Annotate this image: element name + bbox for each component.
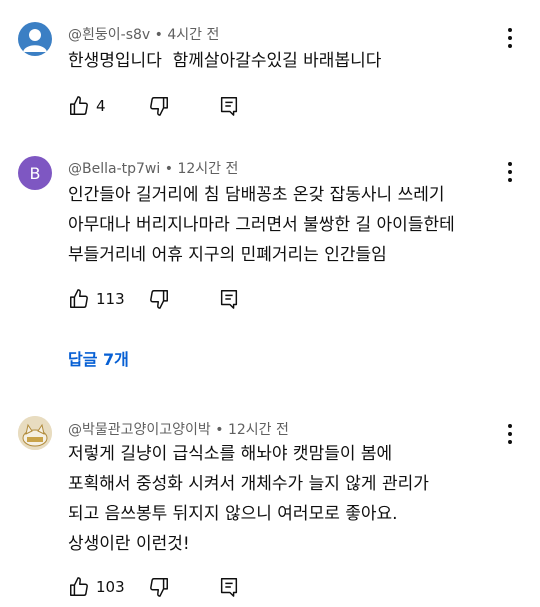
thumbs-up-icon [70, 577, 88, 596]
comment-time: 12시간 전 [227, 422, 289, 438]
comment-time: 4시간 전 [167, 27, 220, 43]
like-count: 4 [96, 97, 106, 115]
comment-time: 12시간 전 [177, 161, 239, 177]
comment-text: 한생명입니다 함께살아갈수있길 바래봅니다 [68, 51, 382, 71]
like-button[interactable]: 103 [68, 575, 125, 599]
reply-icon [220, 97, 238, 116]
more-vert-icon [508, 162, 512, 166]
dislike-button[interactable] [148, 287, 170, 311]
default-user-icon [23, 29, 47, 52]
author-name[interactable]: @박물관고양이고양이박 [68, 422, 211, 438]
more-vert-icon [508, 28, 512, 32]
more-options-button[interactable] [506, 424, 514, 444]
avatar[interactable] [18, 416, 52, 450]
reply-button[interactable] [218, 94, 240, 118]
dislike-button[interactable] [148, 575, 170, 599]
more-options-button[interactable] [506, 162, 514, 182]
author-name[interactable]: @흰둥이-s8v [68, 27, 150, 43]
avatar[interactable]: B [18, 156, 52, 190]
meta-separator: • [154, 27, 163, 43]
more-dot [508, 44, 512, 48]
more-dot [508, 432, 512, 436]
more-vert-icon [508, 424, 512, 428]
cat-avatar-icon [18, 416, 52, 450]
like-count: 113 [96, 290, 125, 308]
thumbs-down-icon [150, 578, 168, 597]
like-count: 103 [96, 578, 125, 596]
reply-button[interactable] [218, 287, 240, 311]
author-name[interactable]: @Bella-tp7wi [68, 161, 160, 177]
more-dot [508, 440, 512, 444]
comment-meta: @박물관고양이고양이박 • 12시간 전 [68, 419, 289, 439]
avatar-letter: B [29, 163, 41, 183]
more-dot [508, 178, 512, 182]
meta-separator: • [164, 161, 173, 177]
like-button[interactable]: 113 [68, 287, 125, 311]
thumbs-down-icon [150, 290, 168, 309]
reply-button[interactable] [218, 575, 240, 599]
like-button[interactable]: 4 [68, 94, 106, 118]
view-replies-button[interactable]: 답글 7개 [68, 346, 129, 370]
more-dot [508, 36, 512, 40]
comment-meta: @흰둥이-s8v • 4시간 전 [68, 24, 219, 44]
more-dot [508, 170, 512, 174]
thumbs-up-icon [70, 289, 88, 308]
comment-meta: @Bella-tp7wi • 12시간 전 [68, 158, 238, 178]
meta-separator: • [215, 422, 224, 438]
comment-text: 저렇게 길냥이 급식소를 해놔야 캣맘들이 봄에 포획해서 중성화 시켜서 개체… [68, 444, 429, 554]
thumbs-up-icon [70, 96, 88, 115]
avatar[interactable] [18, 22, 52, 56]
comment-text: 인간들아 길거리에 침 담배꽁초 온갖 잡동사니 쓰레기 아무대나 버리지나마라… [68, 185, 455, 265]
reply-icon [220, 290, 238, 309]
thumbs-down-icon [150, 97, 168, 116]
more-options-button[interactable] [506, 28, 514, 48]
dislike-button[interactable] [148, 94, 170, 118]
reply-icon [220, 578, 238, 597]
